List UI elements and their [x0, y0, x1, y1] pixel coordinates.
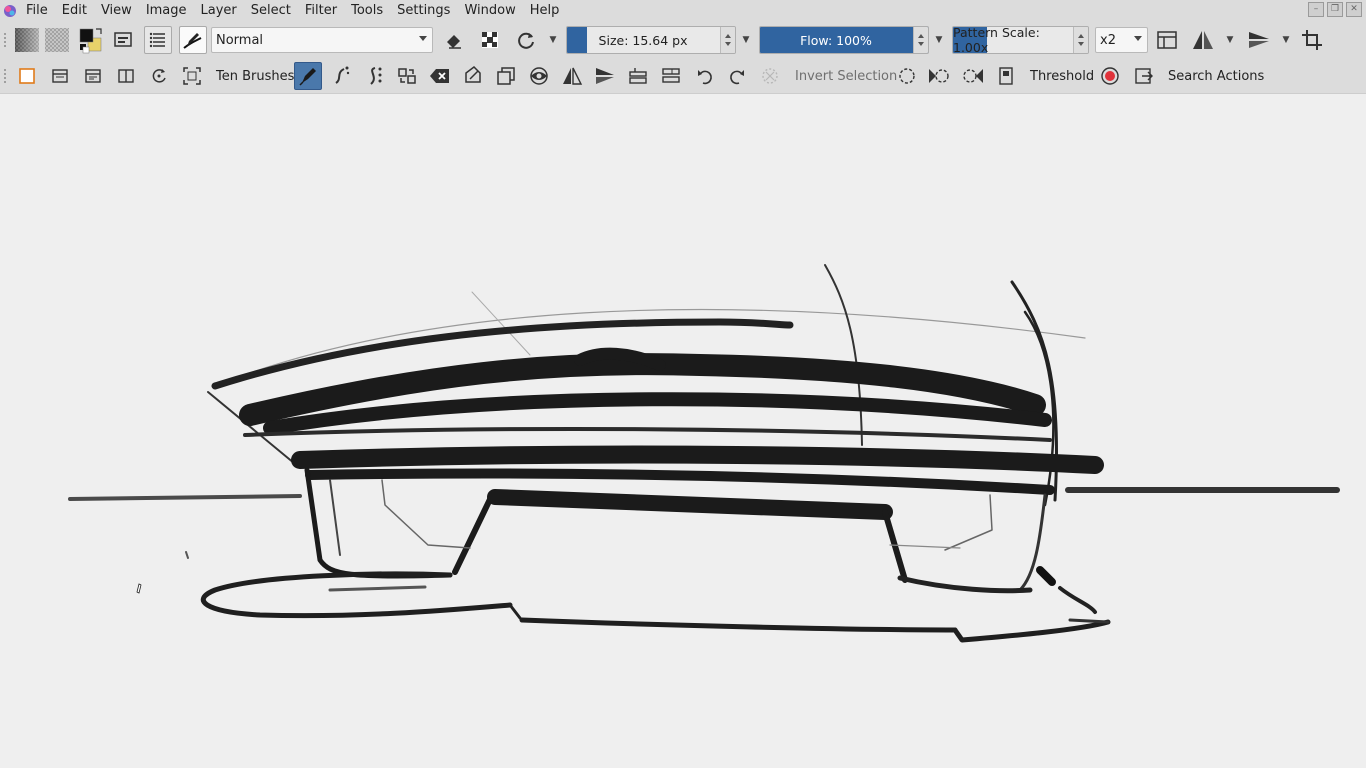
split-view-icon[interactable] [112, 62, 140, 90]
size-spin-buttons[interactable] [720, 27, 735, 53]
brush-preset-icon[interactable] [179, 26, 207, 54]
wrap-around-icon[interactable] [1153, 26, 1181, 54]
undo-icon[interactable] [691, 62, 719, 90]
transform-icon[interactable] [393, 62, 421, 90]
mirror-horizontal-icon[interactable] [1189, 26, 1217, 54]
size-slider[interactable]: Size: 15.64 px [566, 26, 736, 54]
freehand-brush-icon[interactable] [294, 62, 322, 90]
size-slider-label: Size: 15.64 px [598, 32, 688, 48]
layers-icon[interactable] [624, 62, 652, 90]
blend-mode-combo[interactable]: Normal [211, 27, 433, 53]
duplicate-layer-icon[interactable] [492, 62, 520, 90]
fill-icon[interactable] [459, 62, 487, 90]
invert-selection-button[interactable]: Invert Selection [795, 62, 897, 90]
krita-logo-icon [1, 2, 19, 20]
mirror-vertical-icon[interactable] [1245, 26, 1273, 54]
menu-file[interactable]: File [19, 0, 55, 22]
chevron-down-icon[interactable]: ▼ [1279, 26, 1293, 54]
clear-icon[interactable] [426, 62, 454, 90]
alpha-lock-icon[interactable] [476, 26, 504, 54]
rotate-canvas-icon[interactable] [145, 62, 173, 90]
menu-image[interactable]: Image [139, 0, 194, 22]
flow-slider-label: Flow: 100% [800, 32, 872, 48]
select-ellipse-icon[interactable] [893, 62, 921, 90]
pattern-scale-spin-buttons[interactable] [1073, 27, 1088, 53]
ten-brushes-button[interactable]: Ten Brushes [216, 62, 294, 90]
open-document-icon[interactable] [46, 62, 74, 90]
chevron-down-icon[interactable]: ▼ [932, 26, 946, 54]
menu-settings[interactable]: Settings [390, 0, 457, 22]
crop-icon[interactable] [1298, 26, 1326, 54]
restore-icon[interactable]: ❐ [1327, 2, 1343, 17]
deselect-icon[interactable] [756, 62, 784, 90]
mirror-canvas-icon[interactable] [558, 62, 586, 90]
chevron-down-icon [419, 36, 427, 41]
menu-edit[interactable]: Edit [55, 0, 94, 22]
actions-toolbar: Ten Brushes Invert Selection Threshold S… [0, 58, 1366, 94]
toolbar-grip-icon[interactable] [3, 68, 7, 84]
gradient-selector-icon[interactable] [13, 26, 41, 54]
select-add-icon[interactable] [925, 62, 953, 90]
pattern-scale-label: Pattern Scale: 1.00x [953, 26, 1040, 54]
chevron-down-icon[interactable]: ▼ [739, 26, 753, 54]
properties-icon[interactable] [657, 62, 685, 90]
menu-filter[interactable]: Filter [298, 0, 344, 22]
dynamic-brush-icon[interactable] [360, 62, 388, 90]
drawing-canvas[interactable] [0, 95, 1366, 768]
visibility-icon[interactable] [525, 62, 553, 90]
reload-preset-icon[interactable] [512, 26, 540, 54]
record-icon[interactable] [1096, 62, 1124, 90]
menu-help[interactable]: Help [523, 0, 567, 22]
car-sketch [68, 264, 1340, 643]
pattern-scale-slider[interactable]: Pattern Scale: 1.00x [952, 26, 1089, 54]
toolbar-grip-icon[interactable] [3, 32, 7, 48]
krita-window: File Edit View Image Layer Select Filter… [0, 0, 1366, 768]
chevron-down-icon[interactable]: ▼ [546, 26, 560, 54]
menu-view[interactable]: View [94, 0, 139, 22]
pattern-selector-icon[interactable] [43, 26, 71, 54]
search-actions-button[interactable]: Search Actions [1168, 62, 1264, 90]
menu-window[interactable]: Window [457, 0, 522, 22]
zoom-multiplier-value: x2 [1100, 32, 1116, 48]
threshold-button[interactable]: Threshold [1030, 62, 1094, 90]
select-subtract-icon[interactable] [959, 62, 987, 90]
color-swatches-icon[interactable] [77, 26, 105, 54]
blend-mode-value: Normal [216, 32, 264, 48]
chevron-down-icon [1134, 36, 1142, 41]
minimize-icon[interactable]: – [1308, 2, 1324, 17]
menu-layer[interactable]: Layer [194, 0, 244, 22]
workspace-icon[interactable] [110, 26, 138, 54]
eraser-icon[interactable] [440, 26, 468, 54]
selection-mask-icon[interactable] [992, 62, 1020, 90]
flow-spin-buttons[interactable] [913, 27, 928, 53]
brush-cursor-icon [136, 583, 142, 594]
brush-settings-icon[interactable] [144, 26, 172, 54]
fit-canvas-icon[interactable] [178, 62, 206, 90]
redo-icon[interactable] [723, 62, 751, 90]
new-document-icon[interactable] [13, 62, 41, 90]
flip-icon[interactable] [591, 62, 619, 90]
menu-bar: File Edit View Image Layer Select Filter… [0, 0, 1366, 22]
menu-tools[interactable]: Tools [344, 0, 390, 22]
save-document-icon[interactable] [79, 62, 107, 90]
brush-options-toolbar: Normal ▼ Size: 15.64 px ▼ Flow: 100% ▼ P… [0, 22, 1366, 58]
line-tool-icon[interactable] [327, 62, 355, 90]
search-actions-icon[interactable] [1130, 62, 1158, 90]
flow-slider[interactable]: Flow: 100% [759, 26, 929, 54]
menu-select[interactable]: Select [244, 0, 298, 22]
zoom-multiplier-combo[interactable]: x2 [1095, 27, 1148, 53]
close-icon[interactable]: ✕ [1346, 2, 1362, 17]
chevron-down-icon[interactable]: ▼ [1223, 26, 1237, 54]
